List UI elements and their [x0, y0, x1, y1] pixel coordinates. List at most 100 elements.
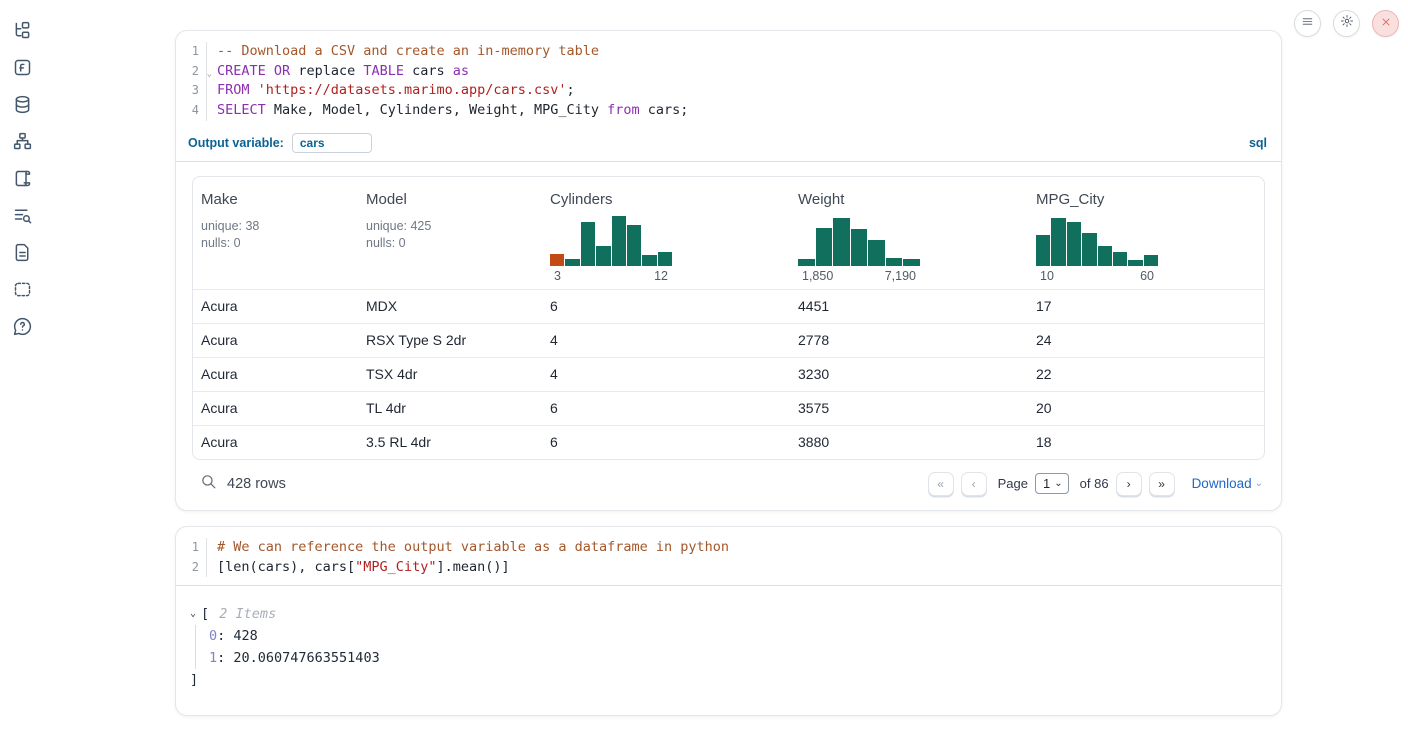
table-cell: Acura [193, 324, 358, 357]
list-search-icon[interactable] [12, 205, 33, 226]
page-select[interactable]: 1 ⌄ [1035, 473, 1069, 494]
table-cell: 6 [542, 392, 790, 425]
table-cell: Acura [193, 392, 358, 425]
prev-page-button[interactable]: ‹ [961, 472, 987, 496]
table-footer: 428 rows « ‹ Page 1 ⌄ of 86 [192, 460, 1265, 510]
table-cell: 6 [542, 290, 790, 323]
column-header[interactable]: Cylinders 312 [542, 187, 790, 289]
histogram-bar [1067, 222, 1081, 266]
histogram-bar [596, 246, 610, 266]
fold-chevron-icon[interactable]: ⌄ [207, 65, 212, 85]
page-total-label: of 86 [1080, 476, 1109, 491]
table-cell: TL 4dr [358, 392, 542, 425]
document-icon[interactable] [12, 242, 33, 263]
prev-page-icon: ‹ [972, 477, 976, 491]
gear-icon [1340, 14, 1354, 33]
table-cell: 22 [1028, 358, 1264, 391]
code-line[interactable]: 3FROM 'https://datasets.marimo.app/cars.… [176, 81, 1281, 101]
column-stats: unique: 38nulls: 0 [201, 218, 348, 252]
table-cell: 24 [1028, 324, 1264, 357]
column-header[interactable]: MPG_City 1060 [1028, 187, 1264, 289]
histogram-bar [886, 258, 903, 266]
table-cell: 2778 [790, 324, 1028, 357]
table-cell: Acura [193, 290, 358, 323]
scratchpad-f-icon[interactable] [12, 57, 33, 78]
hamburger-menu-icon [1301, 15, 1314, 33]
tree-collapse-icon[interactable]: ⌄ [190, 603, 196, 625]
column-name: Weight [798, 191, 1018, 208]
python-output-tree: ⌄[ 2 Items0: 4281: 20.060747663551403] [176, 586, 1281, 715]
table-row[interactable]: AcuraRSX Type S 2dr4277824 [193, 323, 1264, 357]
file-tree-icon[interactable] [12, 20, 33, 41]
download-button[interactable]: Download ⌄ [1192, 476, 1263, 491]
table-cell: Acura [193, 358, 358, 391]
column-name: Make [201, 191, 348, 208]
table-cell: 3575 [790, 392, 1028, 425]
dependency-graph-icon[interactable] [12, 131, 33, 152]
column-header[interactable]: Make unique: 38nulls: 0 [193, 187, 358, 289]
settings-button[interactable] [1333, 10, 1360, 37]
next-page-icon: › [1127, 477, 1131, 491]
first-page-button[interactable]: « [928, 472, 954, 496]
tree-items-count: 2 Items [219, 603, 276, 625]
last-page-button[interactable]: » [1149, 472, 1175, 496]
histogram-bar [1036, 235, 1050, 266]
python-code-editor[interactable]: 1# We can reference the output variable … [176, 527, 1281, 585]
line-number: 2⌄ [176, 62, 206, 82]
table-cell: 20 [1028, 392, 1264, 425]
code-line[interactable]: 1-- Download a CSV and create an in-memo… [176, 42, 1281, 62]
code-text: # We can reference the output variable a… [206, 538, 729, 558]
menu-button[interactable] [1294, 10, 1321, 37]
sql-console-row: Output variable: sql [176, 129, 1281, 161]
histogram-bar [1128, 260, 1142, 266]
histogram-bar [581, 222, 595, 266]
sql-code-editor[interactable]: 1-- Download a CSV and create an in-memo… [176, 31, 1281, 129]
help-bubble-icon[interactable] [12, 316, 33, 337]
first-page-icon: « [937, 477, 944, 491]
table-row[interactable]: AcuraMDX6445117 [193, 289, 1264, 323]
scroll-logs-icon[interactable] [12, 168, 33, 189]
database-icon[interactable] [12, 94, 33, 115]
table-cell: MDX [358, 290, 542, 323]
table-body: AcuraMDX6445117AcuraRSX Type S 2dr427782… [193, 289, 1264, 459]
table-row[interactable]: AcuraTSX 4dr4323022 [193, 357, 1264, 391]
column-header[interactable]: Modelunique: 425nulls: 0 [358, 187, 542, 289]
code-text: FROM 'https://datasets.marimo.app/cars.c… [206, 81, 575, 101]
code-line[interactable]: 1# We can reference the output variable … [176, 538, 1281, 558]
search-icon[interactable] [200, 473, 217, 495]
shutdown-button[interactable] [1372, 10, 1399, 37]
page-label: Page [998, 476, 1028, 491]
chevron-down-icon: ⌄ [1054, 478, 1062, 489]
table-row[interactable]: Acura3.5 RL 4dr6388018 [193, 425, 1264, 459]
histogram-bar [868, 240, 885, 266]
table-cell: TSX 4dr [358, 358, 542, 391]
output-variable-input[interactable] [292, 133, 372, 153]
snippets-code-icon[interactable] [12, 279, 33, 300]
download-label: Download [1192, 476, 1252, 491]
table-row[interactable]: AcuraTL 4dr6357520 [193, 391, 1264, 425]
code-line[interactable]: 2[len(cars), cars["MPG_City"].mean()] [176, 558, 1281, 578]
language-badge[interactable]: sql [1249, 136, 1267, 150]
code-line[interactable]: 4SELECT Make, Model, Cylinders, Weight, … [176, 101, 1281, 121]
column-histogram: 312 [550, 214, 672, 283]
histogram-bar [1098, 246, 1112, 266]
table-cell: 3.5 RL 4dr [358, 426, 542, 459]
table-cell: 6 [542, 426, 790, 459]
histogram-bar [1051, 218, 1065, 266]
column-header[interactable]: Weight 1,8507,190 [790, 187, 1028, 289]
next-page-button[interactable]: › [1116, 472, 1142, 496]
histogram-bar [851, 229, 868, 266]
sql-output-section: Make unique: 38nulls: 0 Modelunique: 425nu… [176, 162, 1281, 510]
histogram-bar [612, 216, 626, 266]
table-cell: 17 [1028, 290, 1264, 323]
column-histogram: 1060 [1036, 214, 1158, 283]
column-name: MPG_City [1036, 191, 1254, 208]
histogram-bar [816, 228, 833, 266]
column-histogram: 1,8507,190 [798, 214, 920, 283]
table-cell: 4451 [790, 290, 1028, 323]
table-cell: 18 [1028, 426, 1264, 459]
column-name: Cylinders [550, 191, 780, 208]
histogram-bar [833, 218, 850, 266]
code-line[interactable]: 2⌄CREATE OR replace TABLE cars as [176, 62, 1281, 82]
notebook-main: 1-- Download a CSV and create an in-memo… [175, 0, 1282, 716]
